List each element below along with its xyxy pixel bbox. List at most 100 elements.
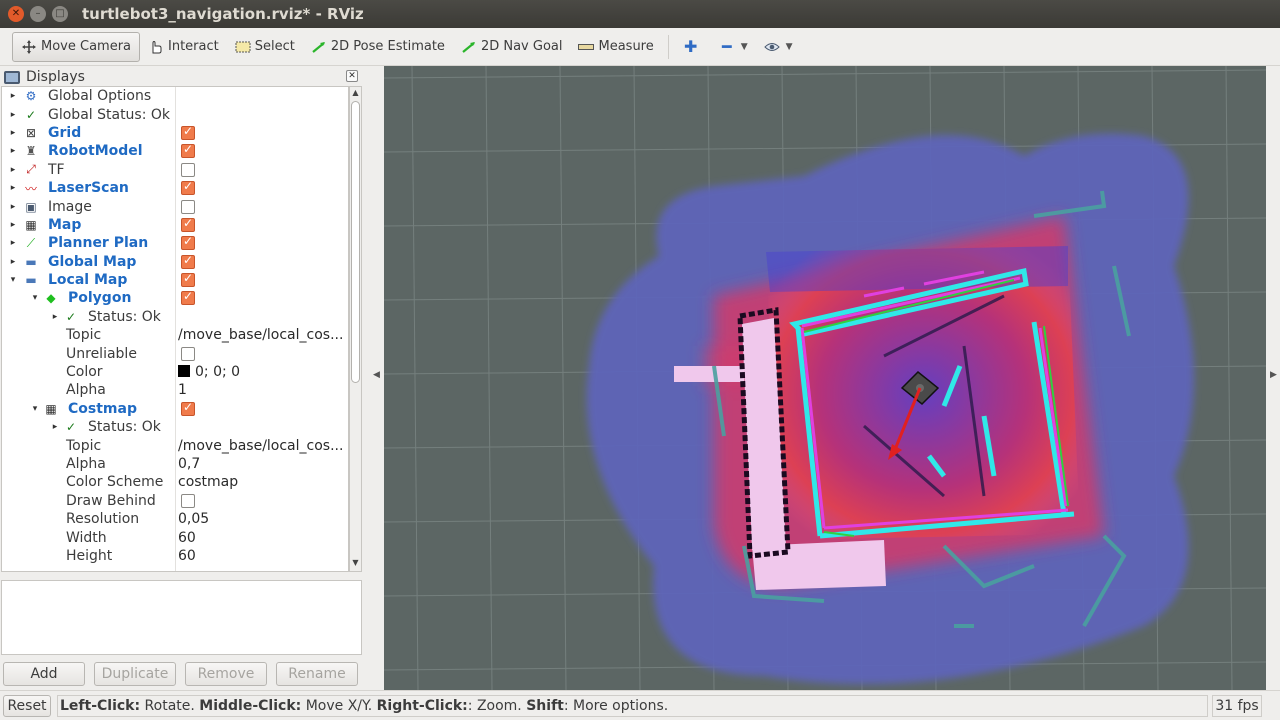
enable-checkbox[interactable] <box>181 253 195 269</box>
property-value-text: /move_base/local_cos... <box>178 327 344 344</box>
property-value-text: 0; 0; 0 <box>195 364 241 381</box>
property-value[interactable]: /move_base/local_cos... <box>178 327 343 343</box>
property-value[interactable]: 0; 0; 0 <box>178 364 240 380</box>
tree-row[interactable]: ▾ ▬ Local Map <box>2 271 348 289</box>
property-value[interactable]: /move_base/local_cos... <box>178 438 343 454</box>
expand-arrow-icon[interactable]: ▸ <box>8 91 18 101</box>
expand-arrow-icon[interactable]: ▸ <box>8 165 18 175</box>
displays-title: Displays <box>26 69 85 85</box>
maximize-icon[interactable]: □ <box>52 6 68 22</box>
expand-arrow-icon[interactable]: ▸ <box>8 257 18 267</box>
tree-row[interactable]: ▸ ⊠ Grid <box>2 124 348 142</box>
expand-arrow-icon[interactable]: ▸ <box>8 202 18 212</box>
add-tool-button[interactable]: ✚ <box>675 32 711 62</box>
enable-checkbox[interactable] <box>181 162 195 177</box>
add-button[interactable]: Add <box>3 662 85 686</box>
collapse-left-icon[interactable]: ◀ <box>373 370 380 380</box>
enable-checkbox[interactable] <box>181 234 195 251</box>
property-value[interactable]: 60 <box>178 548 196 564</box>
tree-row[interactable]: Alpha 0,7 <box>2 455 348 473</box>
tree-row[interactable]: Color Scheme costmap <box>2 473 348 491</box>
view-options-button[interactable]: ▼ <box>756 32 801 62</box>
duplicate-button[interactable]: Duplicate <box>94 662 176 686</box>
scrollbar-thumb[interactable] <box>351 101 360 383</box>
tree-row[interactable]: ▸ ✓ Status: Ok <box>2 308 348 326</box>
enable-checkbox[interactable] <box>181 493 195 508</box>
move-camera-tool[interactable]: Move Camera <box>12 31 141 62</box>
expand-arrow-icon[interactable]: ▸ <box>8 238 18 248</box>
enable-checkbox[interactable] <box>181 271 195 288</box>
enable-checkbox[interactable] <box>181 346 195 361</box>
property-value[interactable]: costmap <box>178 474 238 490</box>
select-tool[interactable]: Select <box>227 32 303 62</box>
interact-tool[interactable]: Interact <box>140 32 227 62</box>
collapse-right-icon[interactable]: ▶ <box>1270 370 1277 380</box>
tree-row-label: Planner Plan <box>48 235 149 252</box>
tree-row-label: Image <box>48 198 92 215</box>
tree-row[interactable]: ▸ ▦ Map <box>2 216 348 234</box>
tree-row[interactable]: ▸ ✓ Status: Ok <box>2 418 348 436</box>
enable-checkbox[interactable] <box>181 289 195 306</box>
tree-row[interactable]: Resolution 0,05 <box>2 510 348 528</box>
render-viewport[interactable] <box>384 66 1266 690</box>
tree-row[interactable]: ▾ ▦ Costmap <box>2 400 348 418</box>
tree-row[interactable]: ▾ ◆ Polygon <box>2 289 348 307</box>
expand-arrow-icon[interactable]: ▸ <box>50 422 60 432</box>
tree-row[interactable]: ▸ ⟋ Planner Plan <box>2 234 348 252</box>
property-value[interactable]: 0,05 <box>178 511 209 527</box>
color-swatch[interactable] <box>178 365 190 378</box>
scroll-down-icon[interactable]: ▼ <box>350 558 361 570</box>
reset-button[interactable]: Reset <box>3 695 51 717</box>
right-splitter[interactable]: ▶ <box>1266 66 1280 690</box>
tree-row[interactable]: Topic/move_base/local_cos... <box>2 326 348 344</box>
enable-checkbox[interactable] <box>181 199 195 214</box>
tree-row[interactable]: ▸ ▣ Image <box>2 197 348 215</box>
tree-row[interactable]: ▸ ⤢ TF <box>2 161 348 179</box>
tree-row[interactable]: ▸ ✓ Global Status: Ok <box>2 105 348 123</box>
remove-tool-button[interactable]: ━ ▼ <box>711 32 756 62</box>
tree-row[interactable]: Height 60 <box>2 547 348 565</box>
expand-arrow-icon[interactable]: ▸ <box>8 110 18 120</box>
tree-row[interactable]: ▸ ▬ Global Map <box>2 253 348 271</box>
tree-row[interactable]: Draw Behind <box>2 492 348 510</box>
displays-panel: Displays ✕ ▸ ⚙ Global Options ▸ ✓ Global Stat… <box>0 66 366 690</box>
collapse-arrow-icon[interactable]: ▾ <box>8 275 18 285</box>
rename-button[interactable]: Rename <box>276 662 358 686</box>
panel-close-icon[interactable]: ✕ <box>346 70 358 82</box>
minimize-icon[interactable]: – <box>30 6 46 22</box>
expand-arrow-icon[interactable]: ▸ <box>8 128 18 138</box>
tree-scrollbar[interactable]: ▲ ▼ <box>349 86 362 572</box>
tf-axes-icon: ⤢ <box>26 162 36 177</box>
tree-row[interactable]: Unreliable <box>2 344 348 362</box>
property-value[interactable]: 1 <box>178 382 187 398</box>
left-splitter[interactable]: ◀ <box>366 66 384 690</box>
2d-nav-goal-tool[interactable]: 2D Nav Goal <box>453 32 571 62</box>
tree-row[interactable]: Width 60 <box>2 528 348 546</box>
expand-arrow-icon[interactable]: ▸ <box>50 312 60 322</box>
interact-label: Interact <box>168 39 219 54</box>
expand-arrow-icon[interactable]: ▸ <box>8 220 18 230</box>
property-value-text: 1 <box>178 382 187 399</box>
scroll-up-icon[interactable]: ▲ <box>350 88 361 100</box>
tree-row[interactable]: ▸ ⚙ Global Options <box>2 87 348 105</box>
collapse-arrow-icon[interactable]: ▾ <box>30 293 40 303</box>
enable-checkbox[interactable] <box>181 142 195 159</box>
tree-row[interactable]: ▸ ♜ RobotModel <box>2 142 348 160</box>
expand-arrow-icon[interactable]: ▸ <box>8 183 18 193</box>
enable-checkbox[interactable] <box>181 124 195 140</box>
tree-row[interactable]: Alpha 1 <box>2 381 348 399</box>
close-icon[interactable]: ✕ <box>8 6 24 22</box>
enable-checkbox[interactable] <box>181 216 195 232</box>
collapse-arrow-icon[interactable]: ▾ <box>30 404 40 414</box>
measure-tool[interactable]: Measure <box>570 32 661 62</box>
tree-row[interactable]: ▸ 〰 LaserScan <box>2 179 348 197</box>
enable-checkbox[interactable] <box>181 400 195 416</box>
2d-pose-estimate-tool[interactable]: 2D Pose Estimate <box>303 32 453 62</box>
enable-checkbox[interactable] <box>181 179 195 196</box>
expand-arrow-icon[interactable]: ▸ <box>8 146 18 156</box>
property-value[interactable]: 0,7 <box>178 456 200 472</box>
property-value[interactable]: 60 <box>178 530 196 546</box>
remove-button[interactable]: Remove <box>185 662 267 686</box>
tree-row[interactable]: Topic/move_base/local_cos... <box>2 436 348 454</box>
tree-row[interactable]: Color 0; 0; 0 <box>2 363 348 381</box>
